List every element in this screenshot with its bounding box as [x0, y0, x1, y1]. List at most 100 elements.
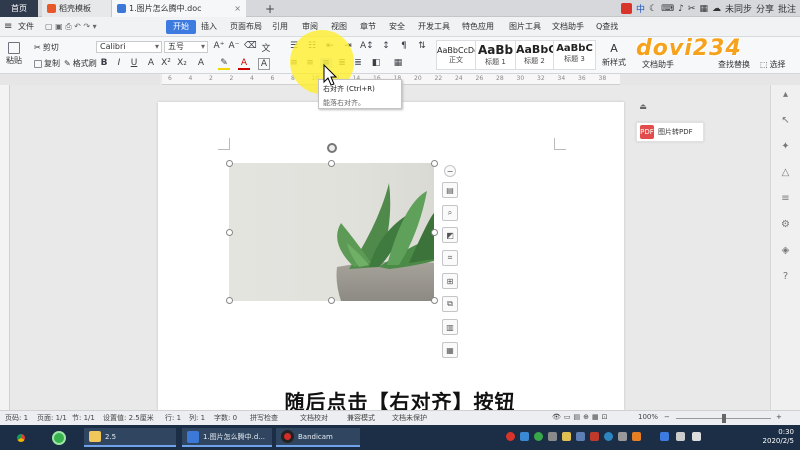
pane-arrow-icon[interactable]: ▴ — [780, 89, 791, 100]
shrink-font-icon[interactable]: A⁻ — [228, 41, 240, 51]
share-button[interactable]: 分享 — [756, 2, 774, 15]
ime-tray-icon[interactable] — [660, 432, 669, 441]
moon-icon[interactable]: ☾ — [649, 4, 657, 14]
volume-tray-icon[interactable] — [692, 432, 701, 441]
paste-button[interactable]: 粘贴 — [6, 42, 22, 66]
pane-shield-icon[interactable]: ◈ — [780, 245, 791, 256]
tab-template[interactable]: 稻壳模板 — [42, 0, 112, 17]
picture-effects-icon[interactable]: ◩ — [442, 227, 458, 243]
picture-grid-icon[interactable]: ⊞ — [442, 273, 458, 289]
picture-text-icon[interactable]: ▥ — [442, 319, 458, 335]
style-heading-3[interactable]: AaBbC 标题 3 — [554, 40, 596, 70]
pane-style-icon[interactable]: ✦ — [780, 141, 791, 152]
vertical-ruler[interactable] — [0, 85, 10, 410]
superscript-icon[interactable]: X² — [160, 58, 172, 68]
subscript-icon[interactable]: X₂ — [176, 58, 188, 68]
bold-icon[interactable]: B — [98, 58, 110, 68]
tray-icon-4[interactable] — [562, 432, 571, 441]
close-tab-icon[interactable]: × — [234, 4, 241, 13]
font-name-select[interactable]: Calibri — [96, 41, 162, 53]
menu-references[interactable]: 引用 — [272, 20, 288, 34]
show-marks-icon[interactable]: ¶ — [398, 41, 410, 51]
chrome-button[interactable] — [14, 428, 28, 447]
zoom-level[interactable]: 100% — [638, 413, 658, 421]
pane-shape-icon[interactable]: △ — [780, 167, 791, 178]
menu-developer[interactable]: 开发工具 — [418, 20, 450, 34]
zoom-picture-icon[interactable]: ⌕ — [442, 205, 458, 221]
tray-icon-6[interactable] — [590, 432, 599, 441]
new-tab-button[interactable]: + — [262, 0, 278, 17]
mic-icon[interactable]: ♪ — [678, 4, 684, 14]
tray-icon-8[interactable] — [618, 432, 627, 441]
borders-icon[interactable]: ▦ — [392, 58, 404, 68]
picture-to-pdf-button[interactable]: PDF 图片转PDF — [636, 122, 704, 142]
rotate-handle[interactable] — [327, 143, 337, 153]
sogou-icon[interactable] — [621, 3, 633, 14]
keyboard-icon[interactable]: ⌨ — [661, 4, 674, 14]
spell-check-button[interactable]: 拼写检查 — [250, 413, 278, 423]
network-tray-icon[interactable] — [676, 432, 685, 441]
clear-format-icon[interactable]: ⌫ — [244, 41, 257, 51]
taskbar-wps[interactable]: 1.图片怎么腾中.d... — [182, 428, 272, 447]
tray-icon-9[interactable] — [632, 432, 641, 441]
style-normal[interactable]: AaBbCcDd 正文 — [436, 40, 476, 70]
resize-handle-bl[interactable] — [226, 297, 233, 304]
grid-icon[interactable]: ▦ — [699, 4, 708, 14]
tab-document[interactable]: 1.图片怎么腾中.doc × — [112, 0, 246, 17]
underline-icon[interactable]: U — [128, 58, 140, 68]
pane-settings-icon[interactable]: ⚙ — [780, 219, 791, 230]
ie-button[interactable] — [52, 428, 66, 447]
view-mode-icons[interactable]: 👁▭▤⊕▦⊡ — [552, 413, 610, 421]
menu-file[interactable]: 文件 — [18, 20, 34, 34]
menu-special[interactable]: 特色应用 — [462, 20, 494, 34]
tray-icon-2[interactable] — [534, 432, 543, 441]
text-direction-icon[interactable]: ⇅ — [416, 41, 428, 51]
pane-select-icon[interactable]: ↖ — [780, 115, 791, 126]
resize-handle-tr[interactable] — [431, 160, 438, 167]
succulent-photo[interactable] — [229, 163, 434, 301]
menu-doc-assistant[interactable]: 文档助手 — [552, 20, 584, 34]
system-clock[interactable]: 0:30 2020/2/5 — [763, 428, 794, 446]
font-size-select[interactable]: 五号 — [164, 41, 208, 53]
zoom-out-icon[interactable]: − — [664, 413, 670, 421]
resize-handle-top[interactable] — [328, 160, 335, 167]
char-border-icon[interactable]: A — [258, 58, 270, 70]
sort-icon[interactable]: A↕ — [360, 41, 374, 51]
format-painter-button[interactable]: ✎ 格式刷 — [64, 58, 97, 69]
tab-home[interactable]: 首页 — [0, 0, 38, 17]
shading-icon[interactable]: ◧ — [370, 58, 382, 68]
shirt-icon[interactable]: ✂ — [688, 4, 696, 14]
tray-icon-7[interactable] — [604, 432, 613, 441]
hamburger-icon[interactable]: ≡ — [4, 20, 12, 34]
resize-handle-right[interactable] — [431, 229, 438, 236]
collapse-panel-icon[interactable]: ⏏ — [636, 102, 650, 114]
collapse-toolbar-icon[interactable]: − — [444, 165, 456, 177]
menu-page-layout[interactable]: 页面布局 — [230, 20, 262, 34]
replace-picture-icon[interactable]: ⧉ — [442, 296, 458, 312]
menu-search[interactable]: Q查找 — [596, 20, 618, 34]
pane-help-icon[interactable]: ? — [780, 271, 791, 282]
font-color-icon[interactable]: A — [238, 58, 250, 70]
style-heading-2[interactable]: AaBbC 标题 2 — [516, 40, 554, 70]
highlight-icon[interactable]: ✎ — [218, 58, 230, 70]
select-button[interactable]: ⬚ 选择 — [760, 59, 786, 70]
style-heading-1[interactable]: AaBb 标题 1 — [476, 40, 516, 70]
ime-indicator[interactable]: 中 — [636, 2, 645, 15]
resize-handle-tl[interactable] — [226, 160, 233, 167]
copy-button[interactable]: 复制 — [34, 58, 60, 69]
new-style-button[interactable]: A 新样式 — [602, 42, 626, 68]
italic-icon[interactable]: I — [113, 58, 125, 68]
tray-icon-5[interactable] — [576, 432, 585, 441]
text-effect-icon[interactable]: A — [195, 58, 207, 68]
taskbar-bandicam[interactable]: Bandicam — [276, 428, 360, 447]
doc-protect-status[interactable]: 文档未保护 — [392, 413, 427, 423]
crop-icon[interactable]: ⌗ — [442, 250, 458, 266]
comment-button[interactable]: 批注 — [778, 2, 796, 15]
pane-property-icon[interactable]: ≡ — [780, 193, 791, 204]
resize-handle-br[interactable] — [431, 297, 438, 304]
tray-icon-3[interactable] — [548, 432, 557, 441]
grow-font-icon[interactable]: A⁺ — [213, 41, 225, 51]
quick-access-icons[interactable]: ▢ ▣ ⎙ ↶ ↷ ▾ — [45, 20, 97, 34]
resize-handle-bottom[interactable] — [328, 297, 335, 304]
cut-button[interactable]: ✂ 剪切 — [34, 42, 59, 53]
